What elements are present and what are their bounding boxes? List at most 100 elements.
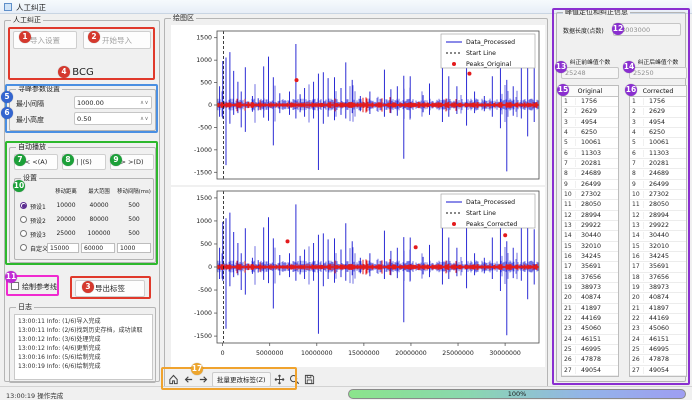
table-row[interactable]: 2749054 (630, 366, 686, 376)
log-textbox[interactable]: 13:00:11 Info: (1/6)导入完成 13:00:11 Info: … (14, 314, 153, 380)
export-labels-button[interactable]: 导出标签 (75, 280, 145, 297)
step-back-button[interactable]: < <(A) (14, 154, 58, 170)
pause-button[interactable]: | |(S) (62, 154, 106, 170)
table-row[interactable]: 2749054 (562, 366, 618, 376)
after-count-field[interactable]: 25250 (629, 67, 687, 79)
table-row[interactable]: 611303 (562, 149, 618, 159)
table-row[interactable]: 1027302 (630, 190, 686, 200)
preset-3-radio[interactable] (20, 230, 27, 237)
table-row[interactable]: 34954 (630, 118, 686, 128)
min-interval-spinner[interactable]: 1000.00 ∧∨ (74, 96, 152, 109)
custom-interval-input[interactable] (117, 243, 151, 253)
table-row[interactable]: 2546995 (630, 345, 686, 355)
batch-edit-labels-button[interactable]: 批量更改标签(Z) (212, 372, 271, 387)
table-row[interactable]: 2647878 (630, 355, 686, 365)
table-row[interactable]: 1735691 (562, 262, 618, 272)
table-row[interactable]: 2040874 (630, 293, 686, 303)
row-index: 15 (562, 243, 576, 250)
table-row[interactable]: 1735691 (630, 262, 686, 272)
table-row[interactable]: 2345060 (562, 324, 618, 334)
table-row[interactable]: 22629 (562, 107, 618, 117)
start-import-button[interactable]: 开始导入 (83, 31, 151, 49)
table-row[interactable]: 22629 (630, 107, 686, 117)
home-icon[interactable] (167, 373, 180, 386)
table-row[interactable]: 1837656 (630, 273, 686, 283)
custom-radio[interactable] (20, 244, 27, 251)
forward-icon[interactable] (197, 373, 210, 386)
table-row[interactable]: 46250 (562, 128, 618, 138)
table-row[interactable]: 1634245 (630, 252, 686, 262)
table-row[interactable]: 510061 (562, 138, 618, 148)
table-row[interactable]: 2446151 (630, 335, 686, 345)
draw-reference-checkbox[interactable] (11, 282, 19, 290)
table-row[interactable]: 1329922 (562, 221, 618, 231)
table-row[interactable]: 1938973 (562, 283, 618, 293)
table-row[interactable]: 720281 (562, 159, 618, 169)
preset-3-distance: 25000 (47, 230, 85, 237)
save-icon[interactable] (303, 373, 316, 386)
table-row[interactable]: 1532010 (562, 242, 618, 252)
row-index: 16 (562, 253, 576, 260)
table-row[interactable]: 510061 (630, 138, 686, 148)
table-row[interactable]: 2546995 (562, 345, 618, 355)
svg-text:500: 500 (200, 241, 212, 248)
table-row[interactable]: 2345060 (630, 324, 686, 334)
table-row[interactable]: 46250 (630, 128, 686, 138)
min-interval-value[interactable]: 1000.00 (77, 99, 140, 107)
preset-1-radio[interactable] (20, 202, 27, 209)
svg-text:0: 0 (208, 102, 212, 109)
chart-corrected[interactable]: 150010005000-500-1000-150005000000100000… (171, 187, 545, 367)
table-row[interactable]: 1938973 (630, 283, 686, 293)
table-row[interactable]: 1837656 (562, 273, 618, 283)
table-row[interactable]: 2040874 (562, 293, 618, 303)
peak-value: 28050 (644, 201, 686, 208)
table-row[interactable]: 824689 (562, 169, 618, 179)
preset-1-label: 预设1 (30, 202, 46, 211)
back-icon[interactable] (182, 373, 195, 386)
pan-icon[interactable] (273, 373, 286, 386)
table-row[interactable]: 611303 (630, 149, 686, 159)
custom-range-input[interactable] (81, 243, 115, 253)
table-row[interactable]: 1532010 (630, 242, 686, 252)
import-settings-button[interactable]: 导入设置 (13, 31, 77, 49)
table-row[interactable]: 1027302 (562, 190, 618, 200)
table-row[interactable]: 1228994 (562, 211, 618, 221)
peak-value: 34245 (576, 253, 618, 260)
row-index: 12 (630, 212, 644, 219)
table-row[interactable]: 1128050 (630, 200, 686, 210)
table-row[interactable]: 926499 (562, 180, 618, 190)
table-row[interactable]: 1128050 (562, 200, 618, 210)
spinner-arrows-icon[interactable]: ∧∨ (140, 100, 149, 106)
step-forward-button[interactable]: > >(D) (110, 154, 154, 170)
before-count-field[interactable]: 25248 (561, 67, 619, 79)
table-row[interactable]: 720281 (630, 159, 686, 169)
chart-original[interactable]: 150010005000-500-1000-1500Data_Processed… (171, 25, 545, 185)
table-row[interactable]: 11756 (630, 97, 686, 107)
table-row[interactable]: 1228994 (630, 211, 686, 221)
min-height-spinner[interactable]: 0.50 ∧∨ (74, 112, 152, 125)
custom-distance-input[interactable] (47, 243, 79, 253)
original-peaks-table[interactable]: Original 1175622629349544625051006161130… (561, 85, 619, 377)
table-row[interactable]: 34954 (562, 118, 618, 128)
table-row[interactable]: 11756 (562, 97, 618, 107)
min-height-value[interactable]: 0.50 (77, 115, 140, 123)
zoom-icon[interactable] (288, 373, 301, 386)
table-row[interactable]: 1329922 (630, 221, 686, 231)
table-row[interactable]: 1430440 (630, 231, 686, 241)
table-row[interactable]: 2446151 (562, 335, 618, 345)
table-row[interactable]: 1430440 (562, 231, 618, 241)
table-row[interactable]: 2141897 (562, 304, 618, 314)
preset-2-radio[interactable] (20, 216, 27, 223)
table-row[interactable]: 2647878 (562, 355, 618, 365)
table-row[interactable]: 824689 (630, 169, 686, 179)
table-row[interactable]: 2244169 (562, 314, 618, 324)
table-row[interactable]: 1634245 (562, 252, 618, 262)
spinner-arrows-icon[interactable]: ∧∨ (140, 116, 149, 122)
table-row[interactable]: 926499 (630, 180, 686, 190)
peak-value: 24689 (644, 170, 686, 177)
status-bar: 13:00:19 操作完成 100% (0, 386, 692, 400)
table-row[interactable]: 2141897 (630, 304, 686, 314)
data-length-field[interactable]: 33003000 (613, 23, 681, 36)
table-row[interactable]: 2244169 (630, 314, 686, 324)
corrected-peaks-table[interactable]: Corrected 117562262934954462505100616113… (629, 85, 687, 377)
